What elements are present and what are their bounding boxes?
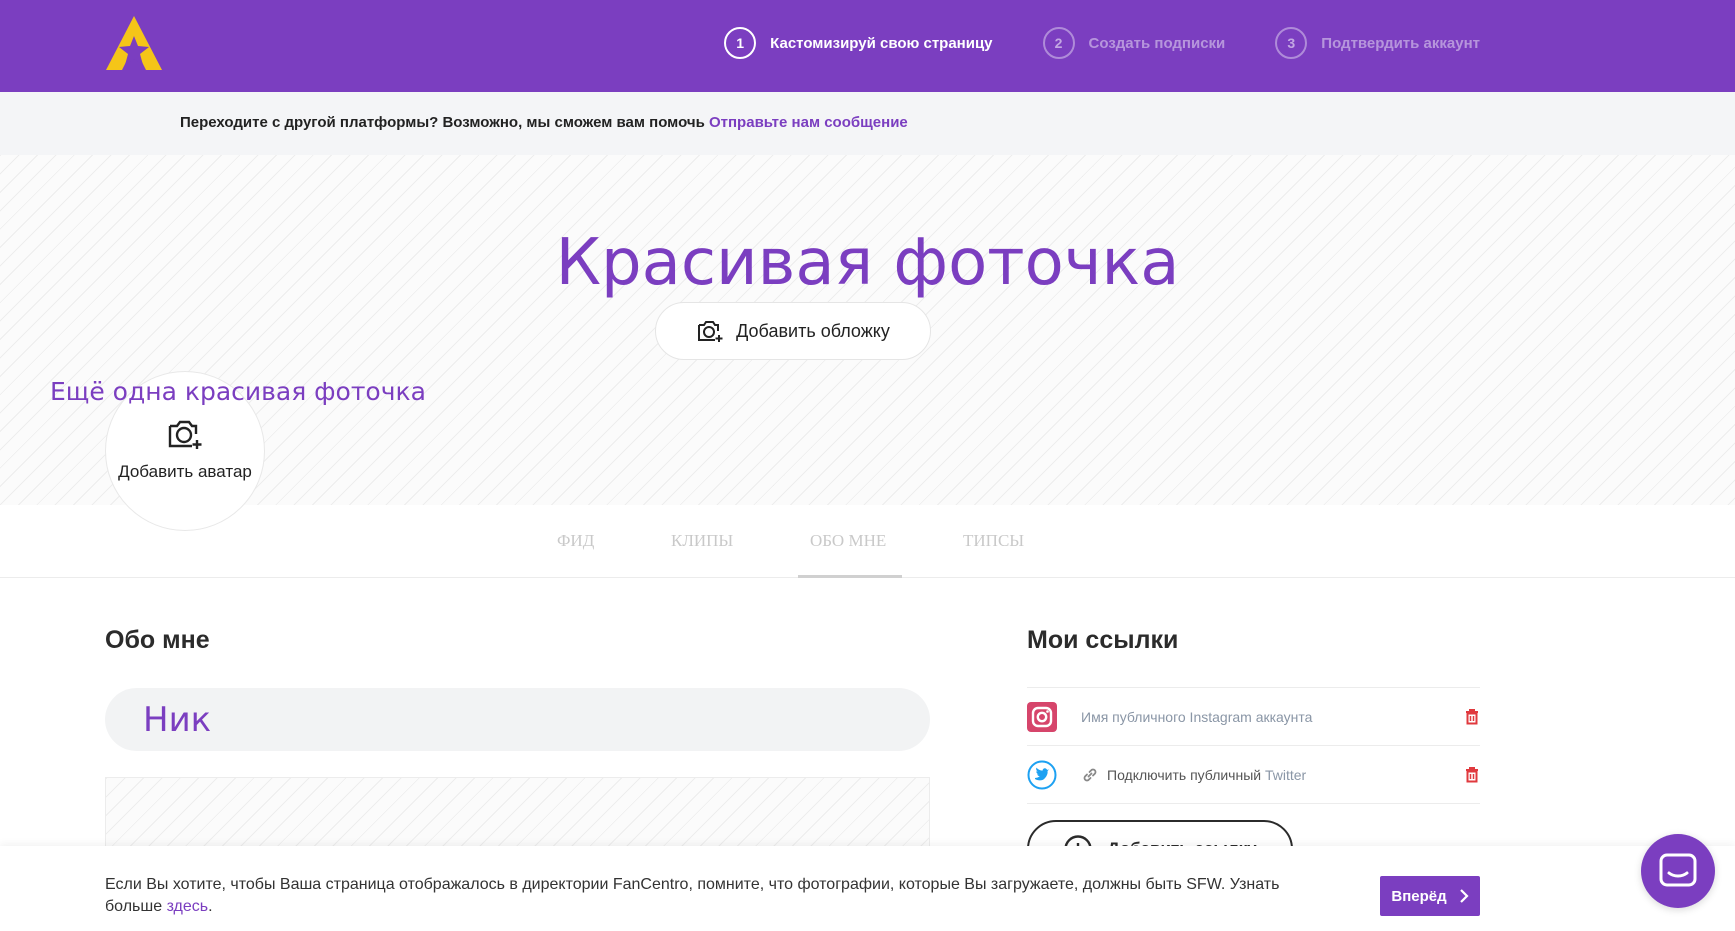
step-verify[interactable]: 3 Подтвердить аккаунт xyxy=(1275,27,1480,59)
sfw-notice-bar: Если Вы хотите, чтобы Ваша страница отоб… xyxy=(0,846,1735,931)
camera-add-icon xyxy=(698,321,723,342)
tab-feed[interactable]: ФИД xyxy=(557,531,594,551)
instagram-icon xyxy=(1027,701,1057,732)
active-tab-indicator xyxy=(798,575,902,578)
nick-input[interactable] xyxy=(105,688,930,751)
sfw-notice-message: Если Вы хотите, чтобы Ваша страница отоб… xyxy=(105,876,1280,915)
twitter-icon xyxy=(1027,760,1057,790)
link-row-twitter: Подключить публичный Twitter xyxy=(1027,746,1480,804)
send-message-link[interactable]: Отправьте нам сообщение xyxy=(709,114,908,131)
sfw-notice-text: Если Вы хотите, чтобы Ваша страница отоб… xyxy=(105,874,1325,918)
sfw-notice-period: . xyxy=(208,898,213,915)
connect-twitter-link[interactable]: Подключить публичный Twitter xyxy=(1107,767,1306,783)
connect-twitter-prefix: Подключить публичный xyxy=(1107,766,1262,783)
links-list: Имя публичного Instagram аккаунта Подклю… xyxy=(1027,687,1480,804)
learn-more-link[interactable]: здесь xyxy=(167,898,209,915)
avatar-caption: Ещё одна красивая фоточка xyxy=(50,377,426,406)
step-number: 3 xyxy=(1275,27,1308,59)
delete-twitter-icon[interactable] xyxy=(1464,766,1480,783)
instagram-username-input[interactable]: Имя публичного Instagram аккаунта xyxy=(1081,709,1312,725)
step-customize[interactable]: 1 Кастомизируй свою страницу xyxy=(724,27,993,59)
chat-icon xyxy=(1659,853,1697,887)
tab-tips[interactable]: ТИПСЫ xyxy=(963,531,1024,551)
step-number: 2 xyxy=(1042,27,1075,59)
step-subscriptions[interactable]: 2 Создать подписки xyxy=(1042,27,1226,59)
chat-widget-button[interactable] xyxy=(1641,834,1715,908)
profile-tabs: ФИД КЛИПЫ ОБО МНЕ ТИПСЫ xyxy=(0,505,1735,578)
step-number: 1 xyxy=(724,27,757,59)
next-button-label: Вперёд xyxy=(1391,887,1447,905)
next-button[interactable]: Вперёд xyxy=(1380,876,1480,916)
step-label: Кастомизируй свою страницу xyxy=(770,34,993,52)
link-row-instagram: Имя публичного Instagram аккаунта xyxy=(1027,688,1480,746)
migration-info-text: Переходите с другой платформы? Возможно,… xyxy=(180,114,908,131)
about-text-area[interactable] xyxy=(105,777,930,847)
top-bar: 1 Кастомизируй свою страницу 2 Создать п… xyxy=(0,0,1735,92)
chain-link-icon xyxy=(1083,768,1097,781)
links-title: Мои ссылки xyxy=(1027,626,1179,654)
add-avatar-label: Добавить аватар xyxy=(118,462,252,481)
step-label: Подтвердить аккаунт xyxy=(1321,34,1480,52)
add-cover-label: Добавить обложку xyxy=(736,320,890,341)
chevron-right-icon xyxy=(1459,889,1469,903)
onboarding-steps: 1 Кастомизируй свою страницу 2 Создать п… xyxy=(724,27,1480,59)
fancentro-logo-icon[interactable] xyxy=(104,14,164,72)
tab-clips[interactable]: КЛИПЫ xyxy=(671,531,733,551)
about-title: Обо мне xyxy=(105,626,210,654)
migration-info-bar: Переходите с другой платформы? Возможно,… xyxy=(0,92,1735,155)
add-cover-button[interactable]: Добавить обложку xyxy=(655,302,931,360)
delete-instagram-icon[interactable] xyxy=(1464,708,1480,725)
cover-title: Красивая фоточка xyxy=(555,226,1180,300)
camera-add-icon xyxy=(168,420,202,449)
migration-info-message: Переходите с другой платформы? Возможно,… xyxy=(180,114,709,131)
step-label: Создать подписки xyxy=(1088,34,1226,52)
tab-about[interactable]: ОБО МНЕ xyxy=(810,531,886,551)
connect-twitter-suffix: Twitter xyxy=(1261,766,1307,783)
